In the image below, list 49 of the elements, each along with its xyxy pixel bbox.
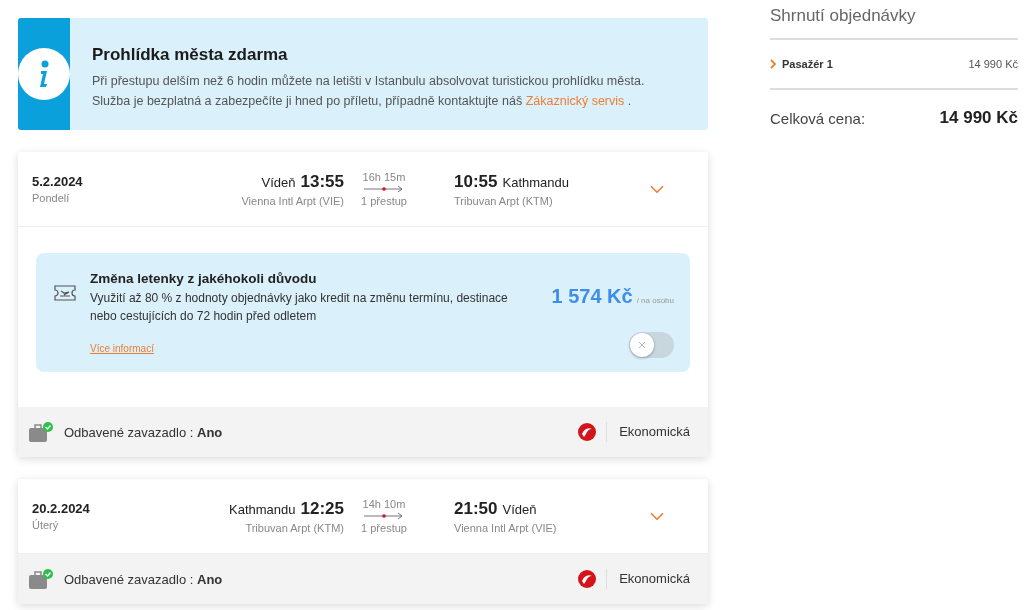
departure-city: Kathmandu (229, 501, 296, 517)
flight-weekday: Pondelí (32, 192, 70, 204)
departure-airport: Vienna Intl Arpt (VIE) (241, 194, 344, 207)
departure-time: 12:25 (300, 498, 344, 519)
checked-luggage-icon (28, 568, 54, 590)
ticket-plane-icon (54, 285, 76, 301)
airline-logo-icon (578, 570, 597, 588)
chevron-right-icon[interactable] (770, 59, 776, 69)
cabin-class: Ekonomická (606, 569, 690, 589)
flight-duration: 14h 10m (362, 498, 406, 510)
flight-date: 5.2.2024 (32, 174, 83, 189)
flight-date: 20.2.2024 (32, 501, 90, 516)
addon-description: Využití až 80 % z hodnoty objednávky jako kredit na změnu termínu, destinace nebo cestujících do 72 hodin před odletem (90, 290, 509, 325)
close-icon (638, 341, 646, 349)
more-info-link[interactable]: Více informací (90, 343, 154, 354)
airline-logo-icon (578, 423, 597, 441)
passenger-label[interactable]: Pasažér 1 (782, 58, 963, 70)
arrival-time: 10:55 (454, 171, 498, 192)
arrival-airport: Vienna Intl Arpt (VIE) (454, 521, 557, 534)
total-label: Celková cena: (770, 109, 866, 127)
route-arrow-icon (364, 512, 404, 520)
customer-service-link[interactable]: Zákaznický servis (525, 94, 625, 108)
per-person-label: / na osobu (636, 296, 674, 305)
arrival-city: Kathmandu (502, 174, 569, 190)
stops-count: 1 přestup (361, 195, 407, 207)
cabin-class: Ekonomická (606, 422, 690, 442)
summary-title: Shrnutí objednávky (770, 6, 1018, 40)
flight-weekday: Úterý (32, 519, 59, 531)
flight-duration: 16h 15m (362, 171, 406, 183)
checked-luggage-icon (28, 421, 54, 443)
addon-price: 1 574 Kč (551, 285, 633, 308)
stops-count: 1 přestup (361, 522, 407, 534)
chevron-down-icon[interactable] (650, 184, 664, 194)
route-arrow-icon (364, 185, 404, 193)
baggage-info: Odbavené zavazadlo : Ano (64, 571, 224, 587)
chevron-down-icon[interactable] (650, 511, 664, 521)
total-price: 14 990 Kč (939, 108, 1018, 128)
arrival-airport: Tribuvan Arpt (KTM) (454, 194, 553, 207)
passenger-price: 14 990 Kč (968, 58, 1018, 70)
banner-text: Při přestupu delším než 6 hodin můžete na letišti v Istanbulu absolvovat turistickou prohlídku města. Služba je bezplatná a zabezpečíte ji hned po příletu, případně kontaktujte náš Zákaznický servis . (92, 73, 646, 110)
arrival-city: Vídeň (502, 501, 537, 517)
arrival-time: 21:50 (454, 498, 498, 519)
departure-time: 13:55 (300, 171, 344, 192)
baggage-info: Odbavené zavazadlo : Ano (64, 424, 224, 440)
addon-toggle[interactable] (629, 332, 674, 358)
banner-title: Prohlídka města zdarma (92, 45, 289, 65)
departure-airport: Tribuvan Arpt (KTM) (245, 521, 344, 534)
addon-title: Změna letenky z jakéhokoli důvodu (90, 271, 318, 286)
departure-city: Vídeň (261, 174, 296, 190)
